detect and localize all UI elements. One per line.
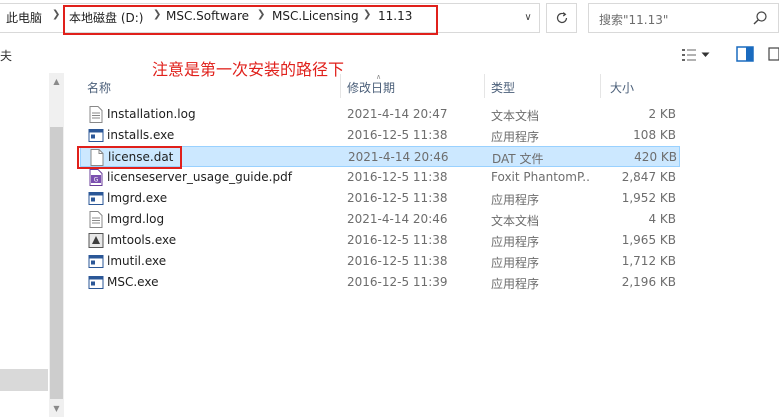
file-name: MSC.exe (107, 275, 159, 289)
file-name: Installation.log (107, 107, 196, 121)
annotation-box-license-file (77, 146, 182, 169)
file-size: 4 KB (648, 212, 676, 226)
address-history-chevron-down-icon[interactable]: ∨ (517, 6, 539, 28)
file-name: licenseserver_usage_guide.pdf (107, 170, 292, 184)
file-size: 108 KB (633, 128, 676, 142)
annotation-note: 注意是第一次安装的路径下 (152, 60, 345, 79)
text-file-icon (89, 106, 103, 123)
file-date: 2016-12-5 11:38 (347, 233, 448, 247)
text-file-icon (89, 211, 103, 228)
scroll-down-arrow-icon[interactable]: ▼ (50, 404, 63, 416)
file-type: 应用程序 (491, 130, 540, 144)
column-divider[interactable] (484, 74, 485, 98)
file-row[interactable]: G licenseserver_usage_guide.pdf 2016-12-… (80, 167, 680, 188)
file-name: lmgrd.exe (107, 191, 168, 205)
exe-file-icon (88, 276, 104, 289)
file-size: 1,965 KB (621, 233, 676, 247)
lmtools-exe-icon (88, 233, 104, 248)
nav-scrollbar-thumb[interactable] (50, 127, 63, 399)
file-type: DAT 文件 (492, 152, 544, 166)
file-type: 文本文档 (491, 109, 540, 123)
exe-file-icon (88, 255, 104, 268)
refresh-button[interactable] (546, 3, 577, 33)
file-row[interactable]: lmgrd.exe 2016-12-5 11:38 应用程序 1,952 KB (80, 188, 680, 209)
column-header-size[interactable]: 大小 (610, 79, 634, 96)
file-name: lmgrd.log (107, 212, 165, 226)
breadcrumb-this-pc[interactable]: 此电脑 (6, 9, 42, 26)
search-placeholder[interactable]: 搜索"11.13" (599, 11, 668, 28)
file-date: 2016-12-5 11:38 (347, 191, 448, 205)
annotation-box-address (63, 5, 438, 35)
large-icons-view-icon[interactable] (768, 46, 779, 62)
file-size: 2,847 KB (621, 170, 676, 184)
pdf-file-icon: G (89, 169, 103, 186)
view-options-button[interactable] (681, 45, 721, 65)
file-date: 2016-12-5 11:38 (347, 254, 448, 268)
file-date: 2021-4-14 20:46 (348, 150, 449, 164)
preview-pane-icon[interactable] (736, 46, 754, 62)
file-date: 2016-12-5 11:38 (347, 170, 448, 184)
file-type: 文本文档 (491, 214, 540, 228)
nav-pane-clipped-label: 夫 (0, 49, 13, 63)
file-date: 2016-12-5 11:38 (347, 128, 448, 142)
file-row[interactable]: MSC.exe 2016-12-5 11:39 应用程序 2,196 KB (80, 272, 680, 293)
column-header-date[interactable]: 修改日期 (347, 79, 395, 96)
file-type: 应用程序 (491, 256, 540, 270)
exe-file-icon (88, 129, 104, 142)
scroll-up-arrow-icon[interactable]: ▲ (50, 77, 63, 89)
file-date: 2016-12-5 11:39 (347, 275, 448, 289)
file-size: 1,712 KB (621, 254, 676, 268)
file-type: 应用程序 (491, 277, 540, 291)
file-row[interactable]: lmutil.exe 2016-12-5 11:38 应用程序 1,712 KB (80, 251, 680, 272)
column-header-type[interactable]: 类型 (491, 79, 515, 96)
svg-text:G: G (94, 177, 99, 184)
column-divider[interactable] (340, 74, 341, 98)
exe-file-icon (88, 192, 104, 205)
file-size: 2,196 KB (621, 275, 676, 289)
file-date: 2021-4-14 20:47 (347, 107, 448, 121)
file-row[interactable]: lmgrd.log 2021-4-14 20:46 文本文档 4 KB (80, 209, 680, 230)
file-list: Installation.log 2021-4-14 20:47 文本文档 2 … (80, 104, 680, 293)
file-row[interactable]: installs.exe 2016-12-5 11:38 应用程序 108 KB (80, 125, 680, 146)
file-row[interactable]: Installation.log 2021-4-14 20:47 文本文档 2 … (80, 104, 680, 125)
file-size: 420 KB (634, 150, 677, 164)
file-type: 应用程序 (491, 193, 540, 207)
nav-selected-item[interactable] (0, 369, 48, 391)
refresh-icon (556, 12, 567, 24)
file-type: Foxit PhantomP... (491, 170, 591, 184)
file-name: lmutil.exe (107, 254, 167, 268)
file-row[interactable]: lmtools.exe 2016-12-5 11:38 应用程序 1,965 K… (80, 230, 680, 251)
search-box[interactable]: 搜索"11.13" (588, 3, 779, 33)
file-size: 1,952 KB (621, 191, 676, 205)
file-size: 2 KB (648, 107, 676, 121)
details-view-icon (682, 49, 696, 61)
file-date: 2021-4-14 20:46 (347, 212, 448, 226)
caret-down-icon (701, 52, 710, 57)
file-type: 应用程序 (491, 235, 540, 249)
breadcrumb-separator-icon[interactable]: ❯ (52, 9, 60, 20)
column-header-name[interactable]: 名称 (87, 79, 111, 96)
file-name: lmtools.exe (107, 233, 177, 247)
file-name: installs.exe (107, 128, 175, 142)
column-divider[interactable] (600, 74, 601, 98)
search-icon[interactable] (752, 10, 768, 26)
